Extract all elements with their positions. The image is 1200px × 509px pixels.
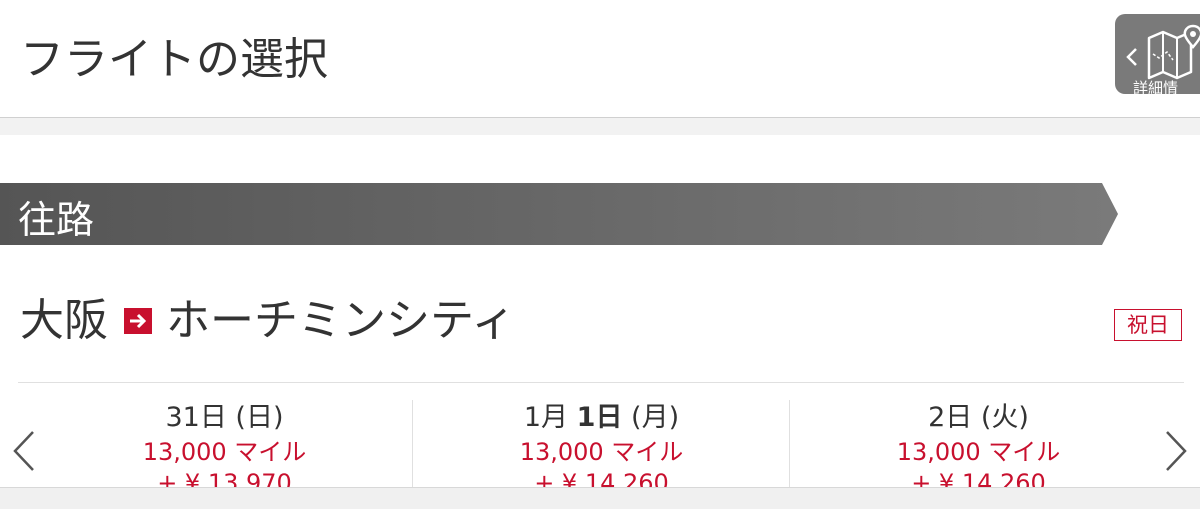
- chevron-right-icon[interactable]: [1161, 428, 1189, 474]
- map-pin-icon: [1147, 24, 1200, 80]
- date-label: 1月 1日 (月): [413, 400, 790, 436]
- month-label: 1月: [523, 402, 569, 433]
- page-title: フライトの選択: [20, 34, 328, 85]
- date-option[interactable]: 31日 (日) 13,000 マイル + ¥ 13,970: [36, 400, 413, 500]
- chevron-left-icon: [1126, 48, 1137, 66]
- date-label: 2日 (火): [928, 402, 1029, 433]
- date-label: 31日 (日): [165, 402, 284, 433]
- section-title: 往路: [18, 198, 95, 242]
- day-label: 1日: [576, 402, 623, 433]
- weekday-label: (月): [631, 402, 680, 433]
- map-details-button[interactable]: 詳細情: [1115, 14, 1200, 94]
- arrow-right-icon: [124, 308, 152, 334]
- date-option[interactable]: 2日 (火) 13,000 マイル + ¥ 14,260: [790, 400, 1167, 500]
- outbound-banner: [0, 183, 1120, 245]
- miles-price: 13,000 マイル: [519, 438, 684, 466]
- origin-city: 大阪: [20, 295, 108, 346]
- header-separator: [0, 118, 1200, 135]
- date-option-selected[interactable]: 1月 1日 (月) 13,000 マイル + ¥ 14,260: [413, 400, 790, 500]
- map-button-label: 詳細情: [1133, 79, 1179, 94]
- header: フライトの選択 詳細情: [0, 0, 1200, 118]
- holiday-badge: 祝日: [1114, 309, 1182, 341]
- route: 大阪 ホーチミンシティ: [20, 290, 515, 352]
- divider: [18, 382, 1184, 383]
- miles-price: 13,000 マイル: [896, 438, 1061, 466]
- destination-city: ホーチミンシティ: [166, 295, 516, 346]
- chevron-left-icon[interactable]: [11, 428, 39, 474]
- bottom-strip: [0, 487, 1200, 509]
- miles-price: 13,000 マイル: [142, 438, 307, 466]
